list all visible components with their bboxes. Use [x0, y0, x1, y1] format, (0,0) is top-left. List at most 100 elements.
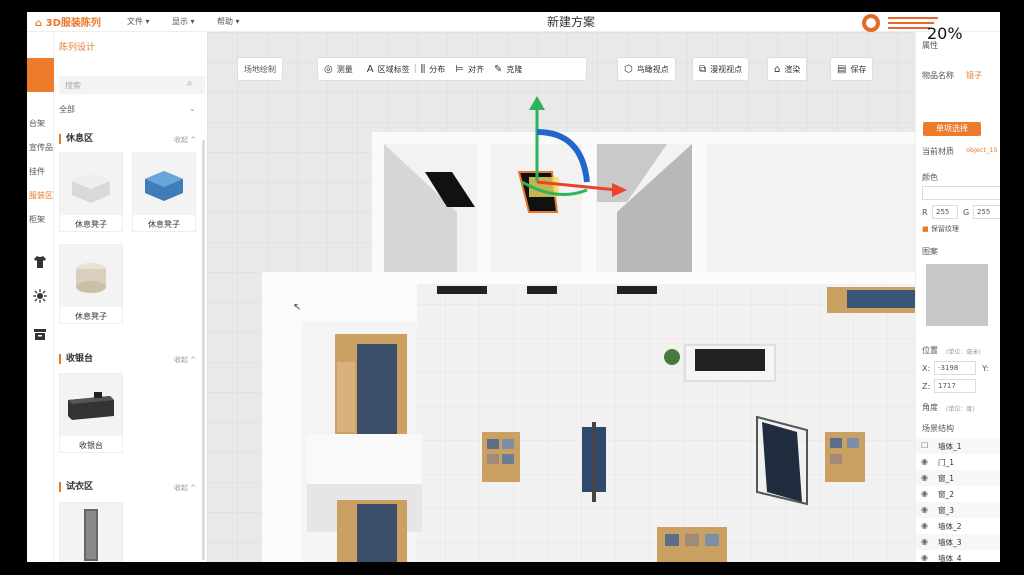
filter-select[interactable]: 全部 ⌄	[59, 104, 205, 120]
scene-item[interactable]: ◉ 窗_3	[916, 502, 1000, 518]
cube-icon: ⬡	[624, 63, 633, 75]
align-icon: ⊨	[455, 63, 464, 75]
logo-icon: ⌂	[35, 18, 43, 29]
menu-view[interactable]: 显示 ▾	[172, 16, 195, 27]
search-icon: ⌕	[187, 78, 193, 89]
item-name-value: 镜子	[966, 71, 982, 80]
scene-item[interactable]: ☐ 墙体_1	[916, 438, 1000, 454]
eye-icon[interactable]: ◉	[921, 553, 928, 562]
search-input[interactable]: 搜索 ⌕	[59, 76, 205, 94]
shirt-icon[interactable]	[32, 254, 48, 270]
cashier-thumb	[60, 374, 122, 436]
scene-header: 场景结构	[922, 424, 954, 433]
rail-item-apparel[interactable]: 服装区	[29, 190, 53, 201]
save-button[interactable]: ▤ 保存	[830, 57, 874, 81]
app-window: ⌂ 3D服装陈列 文件 ▾ 显示 ▾ 帮助 ▾ 新建方案 20% 台架 宣传品 …	[27, 12, 1000, 562]
collapse-cashier[interactable]: 收起 ^	[174, 355, 196, 365]
keep-texture-checkbox[interactable]: ■ 保留纹理	[922, 224, 959, 234]
eye-icon[interactable]: ◉	[921, 537, 928, 546]
rotate-unit: (单位：度)	[946, 406, 975, 413]
eye-icon[interactable]: ◉	[921, 473, 928, 482]
eye-icon[interactable]: ☐	[921, 441, 928, 450]
scene-item[interactable]: ◉ 门_1	[916, 454, 1000, 470]
distribute-button[interactable]: 分布	[429, 64, 445, 75]
measure-button[interactable]: 测量	[337, 64, 353, 75]
collapse-rest[interactable]: 收起 ^	[174, 135, 196, 145]
g-label: G	[963, 208, 970, 217]
rail-home-icon[interactable]	[27, 58, 54, 92]
3d-viewport[interactable]: 场地绘制 ◎ 测量 A 区域标签 | ⫼ 分布 ⊨ 对齐 ✎ 克隆 ⬡ 鸟瞰视点…	[207, 32, 915, 562]
category-rail: 台架 宣传品 挂件 服装区 柜架	[27, 32, 54, 562]
bird-view-button[interactable]: ⬡ 鸟瞰视点	[617, 57, 676, 81]
scene-canvas[interactable]	[207, 32, 915, 562]
camera-icon: ⌂	[774, 63, 781, 75]
light-icon[interactable]	[32, 288, 48, 304]
edit-toolbar: ◎ 测量 A 区域标签 | ⫼ 分布 ⊨ 对齐 ✎ 克隆	[317, 57, 587, 81]
z-input[interactable]: 1717	[934, 379, 976, 393]
x-label: X:	[922, 364, 931, 373]
rail-item-cabinet[interactable]: 柜架	[29, 214, 45, 225]
item-card[interactable]: 休息凳子	[59, 244, 123, 324]
eye-icon[interactable]: ◉	[921, 489, 928, 498]
venue-draw-button[interactable]: 场地绘制	[237, 57, 283, 81]
item-card[interactable]: 收银台	[59, 373, 123, 453]
render-button[interactable]: ⌂ 渲染	[767, 57, 808, 81]
scene-item[interactable]: ◉ 墙体_4	[916, 550, 1000, 562]
z-label: Z:	[922, 382, 931, 391]
roam-icon: ⧉	[699, 63, 707, 75]
panel-scrollbar[interactable]	[202, 140, 205, 560]
align-button[interactable]: 对齐	[468, 64, 484, 75]
section-fitting: 试衣区	[59, 482, 93, 492]
mirror-thumb	[60, 503, 122, 562]
menu-help[interactable]: 帮助 ▾	[217, 16, 240, 27]
clone-button[interactable]: 克隆	[506, 64, 522, 75]
rail-item-hang[interactable]: 挂件	[29, 166, 45, 177]
section-cashier: 收银台	[59, 354, 93, 364]
section-rest: 休息区	[59, 134, 93, 144]
mouse-cursor-icon: ↖	[293, 302, 302, 313]
scene-item[interactable]: ◉ 窗_1	[916, 470, 1000, 486]
eye-icon[interactable]: ◉	[921, 505, 928, 514]
measure-icon: ◎	[324, 63, 333, 75]
r-label: R	[922, 208, 928, 217]
library-panel: 陈列设计 搜索 ⌕ 全部 ⌄ 休息区 收起 ^ 休息凳子 休息凳子 休息凳子 收…	[54, 32, 205, 562]
item-card[interactable]: 休息凳子	[132, 152, 196, 232]
scene-item[interactable]: ◉ 窗_2	[916, 486, 1000, 502]
rail-item-stand[interactable]: 台架	[29, 118, 45, 129]
divider: |	[413, 64, 417, 74]
eye-icon[interactable]: ◉	[921, 457, 928, 466]
menu-file[interactable]: 文件 ▾	[127, 16, 150, 27]
document-title: 新建方案	[547, 15, 596, 29]
label-icon: A	[366, 63, 374, 75]
scene-item[interactable]: ◉ 墙体_2	[916, 518, 1000, 534]
r-input[interactable]: 255	[932, 205, 958, 219]
collapse-fitting[interactable]: 收起 ^	[174, 483, 196, 493]
item-card[interactable]: 休息凳子	[59, 152, 123, 232]
menu-bar: ⌂ 3D服装陈列 文件 ▾ 显示 ▾ 帮助 ▾ 新建方案 20%	[27, 12, 1000, 43]
single-select-button[interactable]: 单项选择	[923, 122, 981, 136]
rail-item-promo[interactable]: 宣传品	[29, 142, 53, 153]
g-input[interactable]: 255	[973, 205, 1000, 219]
eye-icon[interactable]: ◉	[921, 521, 928, 530]
position-label: 位置	[922, 346, 938, 355]
y-label: Y:	[982, 364, 989, 373]
zoom-level: 20%	[927, 24, 963, 43]
checkbox-icon: ■	[922, 225, 929, 233]
stool-thumb	[60, 245, 122, 307]
roam-view-button[interactable]: ⧉ 漫视视点	[692, 57, 750, 81]
property-panel: 属性 物品名称 镜子 单项选择 当前材质 object_15 颜色 R 255 …	[915, 32, 1000, 562]
material-value: object_15	[966, 146, 998, 154]
chevron-down-icon: ⌄	[189, 104, 196, 113]
material-label: 当前材质	[922, 147, 954, 156]
pattern-swatch[interactable]	[926, 264, 988, 326]
clone-icon: ✎	[493, 63, 503, 75]
scene-item[interactable]: ◉ 墙体_3	[916, 534, 1000, 550]
color-picker[interactable]	[922, 186, 1000, 200]
x-input[interactable]: -3198	[934, 361, 976, 375]
stool-thumb	[60, 153, 122, 215]
item-card[interactable]: 镜子	[59, 502, 123, 562]
area-label-button[interactable]: 区域标签	[378, 64, 410, 75]
distribute-icon: ⫼	[420, 63, 426, 75]
archive-icon[interactable]	[32, 326, 48, 342]
stool-thumb	[133, 153, 195, 215]
